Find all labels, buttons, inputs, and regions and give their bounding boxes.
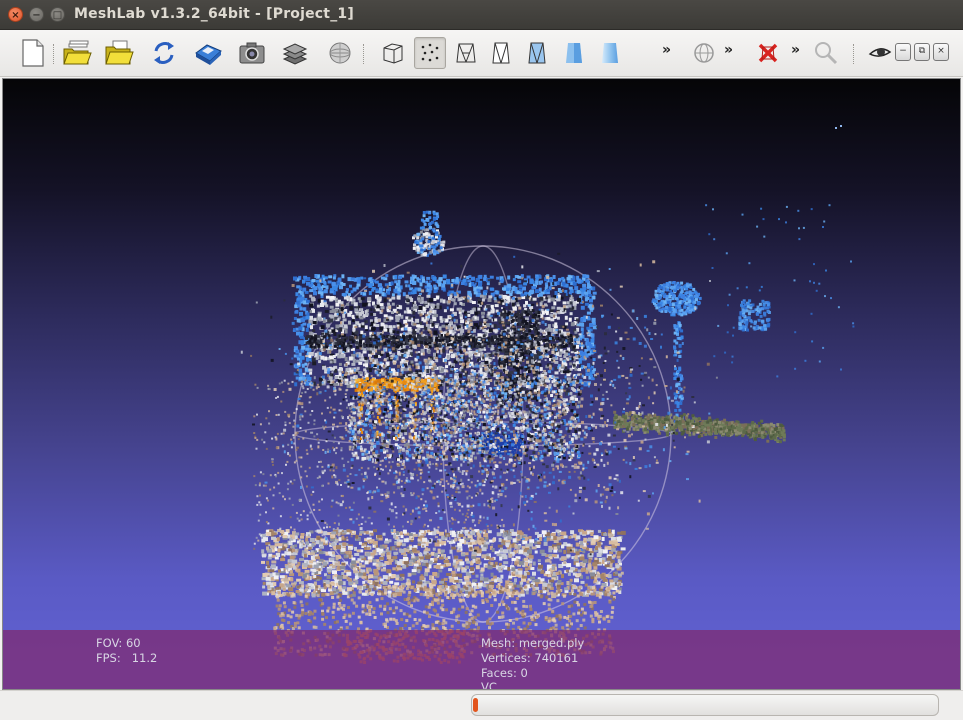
point-cloud xyxy=(240,125,855,664)
mesh-readout: Mesh: merged.ply xyxy=(481,636,584,650)
faces-label: Faces: xyxy=(481,666,517,680)
faces-value: 0 xyxy=(520,666,528,680)
faces-readout: Faces: 0 xyxy=(481,666,528,680)
close-icon[interactable]: × xyxy=(8,7,23,22)
open-folder-stack-icon[interactable] xyxy=(61,37,93,69)
3d-viewport[interactable]: FOV: 60 FPS: 11.2 Mesh: merged.ply Verti… xyxy=(2,78,961,690)
fov-label: FOV: xyxy=(96,636,123,650)
progress-fill xyxy=(473,698,478,712)
box-icon[interactable] xyxy=(377,37,409,69)
raster-globe-icon[interactable] xyxy=(324,37,356,69)
reload-icon[interactable] xyxy=(148,37,180,69)
meshlab-window: × − □ MeshLab v1.3.2_64bit - [Project_1] xyxy=(0,0,963,720)
toolbar-overflow-icon[interactable]: » xyxy=(791,42,800,58)
fps-label: FPS: xyxy=(96,651,121,665)
fov-readout: FOV: 60 xyxy=(96,636,141,650)
delete-selection-icon[interactable] xyxy=(752,37,784,69)
save-disk-icon[interactable] xyxy=(192,37,224,69)
mesh-value: merged.ply xyxy=(518,636,585,650)
vertices-label: Vertices: xyxy=(481,651,531,665)
mdi-restore-icon[interactable]: ⧉ xyxy=(914,43,930,61)
open-folder-icon[interactable] xyxy=(103,37,135,69)
new-document-icon[interactable] xyxy=(17,37,49,69)
toolbar-separator xyxy=(52,44,56,64)
fov-value: 60 xyxy=(125,636,141,650)
flat-shade-icon[interactable] xyxy=(558,37,590,69)
toolbar-separator xyxy=(362,44,366,64)
camera-icon[interactable] xyxy=(236,37,268,69)
mesh-label: Mesh: xyxy=(481,636,516,650)
main-toolbar: » » » − ⧉ × xyxy=(0,30,963,77)
wireframe-icon[interactable] xyxy=(450,37,482,69)
status-bar xyxy=(0,690,963,720)
title-bar[interactable]: × − □ MeshLab v1.3.2_64bit - [Project_1] xyxy=(0,0,963,30)
search-icon[interactable] xyxy=(810,37,842,69)
vertices-readout: Vertices: 740161 xyxy=(481,651,578,665)
window-title: MeshLab v1.3.2_64bit - [Project_1] xyxy=(74,6,354,22)
vc-readout: VC xyxy=(481,680,497,690)
toolbar-separator xyxy=(852,44,856,64)
eye-icon[interactable] xyxy=(864,37,896,69)
globe-icon[interactable] xyxy=(688,37,720,69)
toolbar-overflow-icon[interactable]: » xyxy=(724,42,733,58)
fps-readout: FPS: 11.2 xyxy=(96,651,157,665)
hidden-lines-icon[interactable] xyxy=(485,37,517,69)
progress-bar xyxy=(471,694,939,716)
smooth-shade-icon[interactable] xyxy=(594,37,626,69)
maximize-icon[interactable]: □ xyxy=(50,7,65,22)
points-icon[interactable] xyxy=(414,37,446,69)
layers-icon[interactable] xyxy=(279,37,311,69)
mdi-close-icon[interactable]: × xyxy=(933,43,949,61)
point-cloud-render xyxy=(240,125,855,664)
fps-value: 11.2 xyxy=(131,651,158,665)
mdi-minimize-icon[interactable]: − xyxy=(895,43,911,61)
minimize-icon[interactable]: − xyxy=(29,7,44,22)
flat-lines-icon[interactable] xyxy=(521,37,553,69)
vertices-value: 740161 xyxy=(534,651,579,665)
toolbar-overflow-icon[interactable]: » xyxy=(662,42,671,58)
